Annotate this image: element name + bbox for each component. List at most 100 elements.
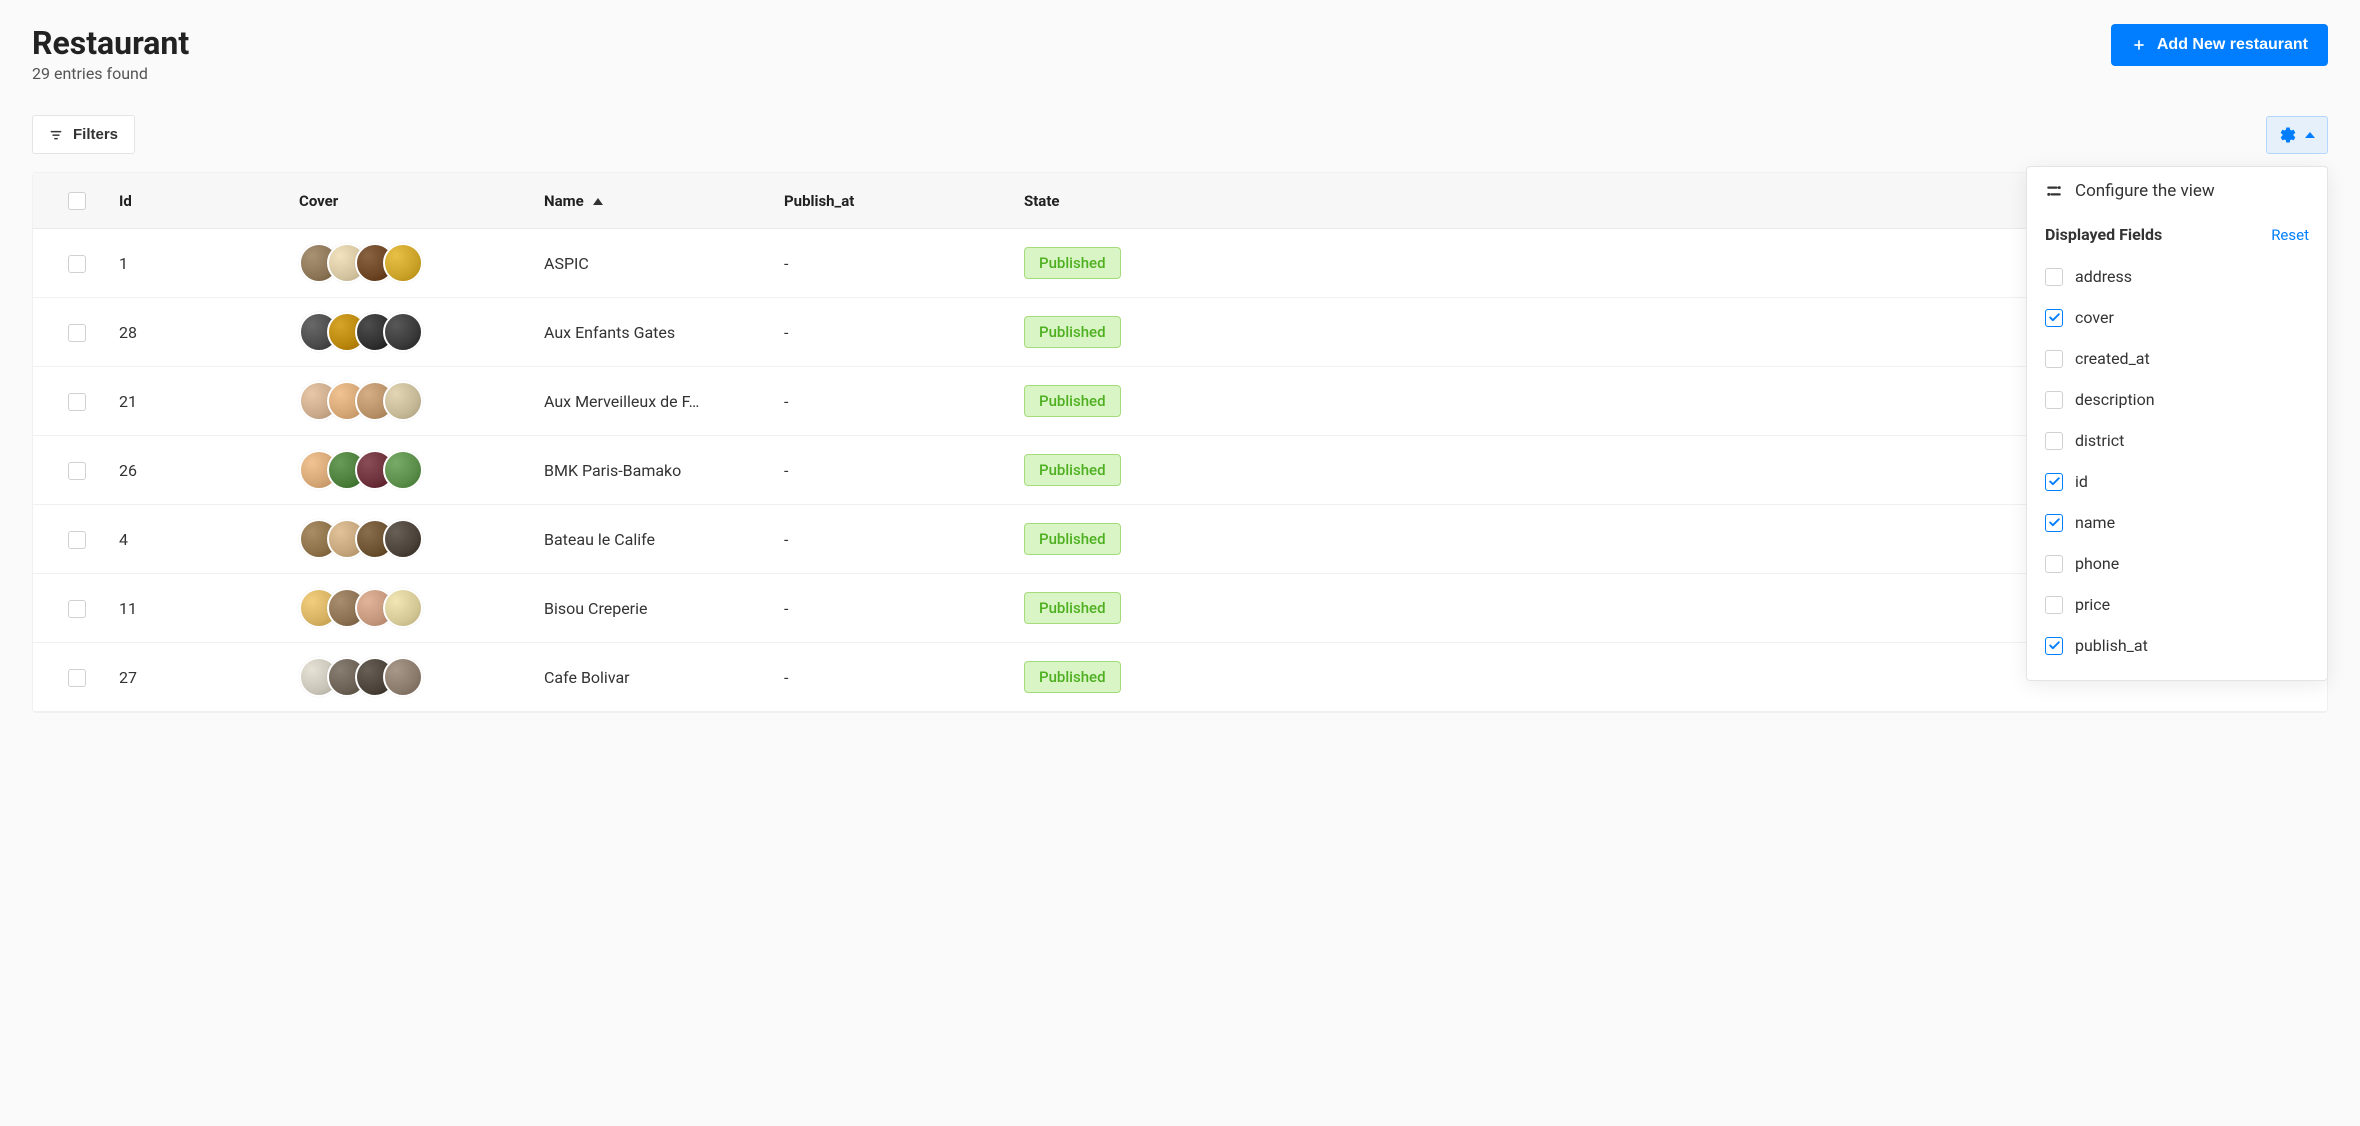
table-row[interactable]: 21 Aux Merveilleux de F…-Published xyxy=(33,367,2327,436)
row-checkbox[interactable] xyxy=(68,255,86,273)
field-label: district xyxy=(2075,431,2124,450)
caret-up-icon xyxy=(2305,132,2315,138)
row-checkbox[interactable] xyxy=(68,600,86,618)
sort-asc-icon xyxy=(593,198,603,205)
row-checkbox[interactable] xyxy=(68,393,86,411)
table-row[interactable]: 26BMK Paris-Bamako-Published xyxy=(33,436,2327,505)
row-name: Cafe Bolivar xyxy=(528,643,768,712)
configure-view-title: Configure the view xyxy=(2075,181,2215,201)
field-option-cover[interactable]: cover xyxy=(2045,297,2309,338)
page-title: Restaurant xyxy=(32,24,189,62)
add-new-button[interactable]: Add New restaurant xyxy=(2111,24,2328,66)
row-id: 11 xyxy=(103,574,283,643)
cover-thumbnails xyxy=(299,588,512,628)
field-option-phone[interactable]: phone xyxy=(2045,543,2309,584)
status-badge: Published xyxy=(1024,523,1121,555)
plus-icon xyxy=(2131,37,2147,53)
field-option-created_at[interactable]: created_at xyxy=(2045,338,2309,379)
entries-count: 29 entries found xyxy=(32,64,189,83)
row-checkbox[interactable] xyxy=(68,324,86,342)
status-badge: Published xyxy=(1024,316,1121,348)
field-label: name xyxy=(2075,513,2115,532)
cover-thumbnail xyxy=(383,312,423,352)
row-name: BMK Paris-Bamako xyxy=(528,436,768,505)
column-id[interactable]: Id xyxy=(103,173,283,229)
row-id: 27 xyxy=(103,643,283,712)
field-checkbox[interactable] xyxy=(2045,596,2063,614)
field-checkbox[interactable] xyxy=(2045,350,2063,368)
displayed-fields-label: Displayed Fields xyxy=(2045,225,2162,244)
field-label: address xyxy=(2075,267,2132,286)
table-row[interactable]: 27 Cafe Bolivar-Published xyxy=(33,643,2327,712)
filters-button[interactable]: Filters xyxy=(32,115,135,154)
field-checkbox[interactable] xyxy=(2045,391,2063,409)
table-row[interactable]: 11 Bisou Creperie-Published xyxy=(33,574,2327,643)
row-publish-at: - xyxy=(768,643,1008,712)
select-all-checkbox[interactable] xyxy=(68,192,86,210)
row-name: Aux Merveilleux de F… xyxy=(528,367,768,436)
row-id: 1 xyxy=(103,229,283,298)
field-checkbox[interactable] xyxy=(2045,514,2063,532)
row-id: 26 xyxy=(103,436,283,505)
field-checkbox[interactable] xyxy=(2045,309,2063,327)
field-option-description[interactable]: description xyxy=(2045,379,2309,420)
row-id: 28 xyxy=(103,298,283,367)
field-label: created_at xyxy=(2075,349,2150,368)
cover-thumbnail xyxy=(383,381,423,421)
row-id: 21 xyxy=(103,367,283,436)
field-option-id[interactable]: id xyxy=(2045,461,2309,502)
field-checkbox[interactable] xyxy=(2045,637,2063,655)
field-label: phone xyxy=(2075,554,2119,573)
field-checkbox[interactable] xyxy=(2045,555,2063,573)
reset-link[interactable]: Reset xyxy=(2271,226,2309,244)
field-option-publish_at[interactable]: publish_at xyxy=(2045,625,2309,666)
field-checkbox[interactable] xyxy=(2045,473,2063,491)
settings-button[interactable] xyxy=(2266,116,2328,154)
status-badge: Published xyxy=(1024,385,1121,417)
row-checkbox[interactable] xyxy=(68,531,86,549)
cover-thumbnails xyxy=(299,243,512,283)
table-row[interactable]: 28 Aux Enfants Gates-Published xyxy=(33,298,2327,367)
row-publish-at: - xyxy=(768,505,1008,574)
status-badge: Published xyxy=(1024,661,1121,693)
cover-thumbnail xyxy=(383,243,423,283)
cover-thumbnails xyxy=(299,381,512,421)
row-checkbox[interactable] xyxy=(68,669,86,687)
table-row[interactable]: 1ASPIC-Published xyxy=(33,229,2327,298)
cover-thumbnails xyxy=(299,450,512,490)
status-badge: Published xyxy=(1024,592,1121,624)
cover-thumbnail xyxy=(383,450,423,490)
field-option-address[interactable]: address xyxy=(2045,256,2309,297)
field-checkbox[interactable] xyxy=(2045,268,2063,286)
data-table: Id Cover Name Publish_at State 1ASPIC-Pu… xyxy=(32,172,2328,713)
filters-label: Filters xyxy=(73,126,118,143)
field-label: publish_at xyxy=(2075,636,2148,655)
row-name: Aux Enfants Gates xyxy=(528,298,768,367)
column-cover[interactable]: Cover xyxy=(283,173,528,229)
row-name: Bisou Creperie xyxy=(528,574,768,643)
row-checkbox[interactable] xyxy=(68,462,86,480)
row-id: 4 xyxy=(103,505,283,574)
cover-thumbnail xyxy=(383,588,423,628)
field-option-price[interactable]: price xyxy=(2045,584,2309,625)
column-publish-at[interactable]: Publish_at xyxy=(768,173,1008,229)
status-badge: Published xyxy=(1024,247,1121,279)
slider-icon xyxy=(2045,182,2063,200)
field-label: price xyxy=(2075,595,2110,614)
row-publish-at: - xyxy=(768,298,1008,367)
field-label: cover xyxy=(2075,308,2114,327)
column-name[interactable]: Name xyxy=(528,173,768,229)
field-option-name[interactable]: name xyxy=(2045,502,2309,543)
table-row[interactable]: 4 Bateau le Calife-Published xyxy=(33,505,2327,574)
status-badge: Published xyxy=(1024,454,1121,486)
row-name: Bateau le Calife xyxy=(528,505,768,574)
field-checkbox[interactable] xyxy=(2045,432,2063,450)
configure-view-panel: Configure the view Displayed Fields Rese… xyxy=(2026,166,2328,681)
field-option-district[interactable]: district xyxy=(2045,420,2309,461)
row-publish-at: - xyxy=(768,574,1008,643)
cover-thumbnails xyxy=(299,657,512,697)
row-publish-at: - xyxy=(768,367,1008,436)
row-name: ASPIC xyxy=(528,229,768,298)
cover-thumbnails xyxy=(299,519,512,559)
filter-icon xyxy=(49,128,63,142)
